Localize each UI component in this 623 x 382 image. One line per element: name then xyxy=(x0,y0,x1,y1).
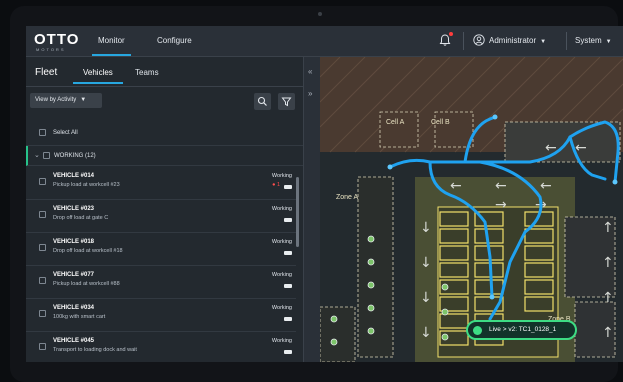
list-scrollbar[interactable] xyxy=(296,177,299,247)
vehicle-checkbox[interactable] xyxy=(39,211,46,218)
vehicle-checkbox[interactable] xyxy=(39,178,46,185)
vehicle-row[interactable]: VEHICLE #045 Transport to loading dock a… xyxy=(26,332,296,362)
nav-tab-monitor[interactable]: Monitor xyxy=(92,36,131,56)
camera-dot xyxy=(318,12,322,16)
battery-icon xyxy=(284,284,292,288)
filter-icon xyxy=(281,97,292,107)
vehicle-task: Drop off load at workcell #18 xyxy=(53,248,123,254)
vehicle-task: 100kg with smart cart xyxy=(53,314,106,320)
live-status-dot xyxy=(473,326,482,335)
vehicle-name: VEHICLE #023 xyxy=(53,206,95,212)
battery-icon xyxy=(284,218,292,222)
divider xyxy=(26,86,303,87)
select-all-label: Select All xyxy=(53,130,78,136)
map-label-zone-a: Zone A xyxy=(336,194,359,201)
app-screen: OTTO MOTORS Monitor Configure Administra… xyxy=(26,26,623,362)
nav-tab-configure[interactable]: Configure xyxy=(157,36,192,45)
svg-text:↑: ↑ xyxy=(602,290,614,306)
facility-map[interactable]: ← ← ← → → ↓↓↓↓ ↑↑↑↑ ← ← xyxy=(320,57,623,362)
divider xyxy=(463,32,464,50)
filter-button[interactable] xyxy=(278,93,295,110)
vehicle-name: VEHICLE #018 xyxy=(53,239,95,245)
map-label-cell-b: Cell B xyxy=(431,119,450,126)
vehicle-row[interactable]: VEHICLE #034 100kg with smart cart Worki… xyxy=(26,299,296,332)
svg-text:→: → xyxy=(495,197,507,213)
svg-text:↑: ↑ xyxy=(602,255,614,271)
caret-down-icon: ▼ xyxy=(80,97,87,103)
vehicle-task: Pickup load at workcell #88 xyxy=(53,281,120,287)
vehicle-row[interactable]: VEHICLE #018 Drop off load at workcell #… xyxy=(26,233,296,266)
group-label: WORKING (12) xyxy=(54,153,96,159)
svg-text:←: ← xyxy=(540,178,552,194)
top-bar: OTTO MOTORS Monitor Configure Administra… xyxy=(26,26,623,57)
caret-down-icon: ▼ xyxy=(540,39,547,45)
panel-collapse-strip: « » xyxy=(303,57,320,362)
svg-text:↓: ↓ xyxy=(420,325,432,341)
vehicle-row[interactable]: VEHICLE #023 Drop off load at gate C Wor… xyxy=(26,200,296,233)
svg-text:↓: ↓ xyxy=(420,255,432,271)
battery-icon xyxy=(284,350,292,354)
map-label-cell-a: Cell A xyxy=(386,119,405,126)
alert-badge: ● 1 xyxy=(272,182,280,188)
collapse-left-icon[interactable]: « xyxy=(308,67,312,76)
vehicle-status: Working xyxy=(271,338,292,344)
group-checkbox[interactable] xyxy=(43,152,50,159)
live-session-label: Live > v2: TC1_0128_1 xyxy=(489,326,557,333)
tab-vehicles[interactable]: Vehicles xyxy=(73,68,123,84)
search-button[interactable] xyxy=(254,93,271,110)
chevron-down-icon[interactable]: ⌄ xyxy=(34,151,40,159)
vehicle-name: VEHICLE #045 xyxy=(53,338,95,344)
select-all-checkbox[interactable] xyxy=(39,129,46,136)
view-by-label: View by Activity xyxy=(35,97,77,103)
battery-icon xyxy=(284,185,292,189)
search-icon xyxy=(257,96,267,106)
group-working[interactable]: ⌄ WORKING (12) xyxy=(26,146,303,166)
vehicle-checkbox[interactable] xyxy=(39,310,46,317)
vehicle-status: Working xyxy=(271,173,292,179)
logo-subtitle: MOTORS xyxy=(36,47,66,52)
svg-text:↓: ↓ xyxy=(420,220,432,236)
svg-text:↑: ↑ xyxy=(602,220,614,236)
panel-title: Fleet xyxy=(35,67,58,78)
alert-count: 1 xyxy=(276,182,280,188)
svg-text:↑: ↑ xyxy=(602,325,614,341)
otto-logo: OTTO xyxy=(34,31,80,48)
vehicle-status: Working xyxy=(271,206,292,212)
vehicle-name: VEHICLE #014 xyxy=(53,173,95,179)
vehicle-task: Transport to loading dock and wait xyxy=(53,347,137,353)
vehicle-row[interactable]: VEHICLE #014 Pickup load at workcell #23… xyxy=(26,167,296,200)
user-icon xyxy=(473,34,485,46)
system-label: System xyxy=(575,36,602,45)
vehicle-checkbox[interactable] xyxy=(39,244,46,251)
vehicle-status: Working xyxy=(271,272,292,278)
vehicle-task: Drop off load at gate C xyxy=(53,215,109,221)
vehicle-checkbox[interactable] xyxy=(39,277,46,284)
svg-text:↓: ↓ xyxy=(420,290,432,306)
vehicle-status: Working xyxy=(271,239,292,245)
svg-text:←: ← xyxy=(495,178,507,194)
tab-teams[interactable]: Teams xyxy=(135,68,159,77)
user-name: Administrator xyxy=(489,36,537,45)
vehicle-row[interactable]: VEHICLE #077 Pickup load at workcell #88… xyxy=(26,266,296,299)
user-menu[interactable]: Administrator ▼ xyxy=(489,36,546,45)
vehicle-name: VEHICLE #034 xyxy=(53,305,95,311)
divider xyxy=(566,32,567,50)
vehicle-status: Working xyxy=(271,305,292,311)
view-by-activity-dropdown[interactable]: View by Activity ▼ xyxy=(30,93,102,108)
vehicle-task: Pickup load at workcell #23 xyxy=(53,182,120,188)
system-menu[interactable]: System ▼ xyxy=(575,36,612,45)
vehicle-checkbox[interactable] xyxy=(39,343,46,350)
vehicle-name: VEHICLE #077 xyxy=(53,272,95,278)
svg-text:←: ← xyxy=(450,178,462,194)
fleet-panel: Fleet Vehicles Teams View by Activity ▼ S… xyxy=(26,57,303,362)
select-all-row: Select All xyxy=(26,121,303,146)
battery-icon xyxy=(284,317,292,321)
expand-right-icon[interactable]: » xyxy=(308,89,312,98)
live-session-badge[interactable]: Live > v2: TC1_0128_1 xyxy=(466,320,577,340)
battery-icon xyxy=(284,251,292,255)
notification-dot xyxy=(449,32,453,36)
caret-down-icon: ▼ xyxy=(605,39,612,45)
